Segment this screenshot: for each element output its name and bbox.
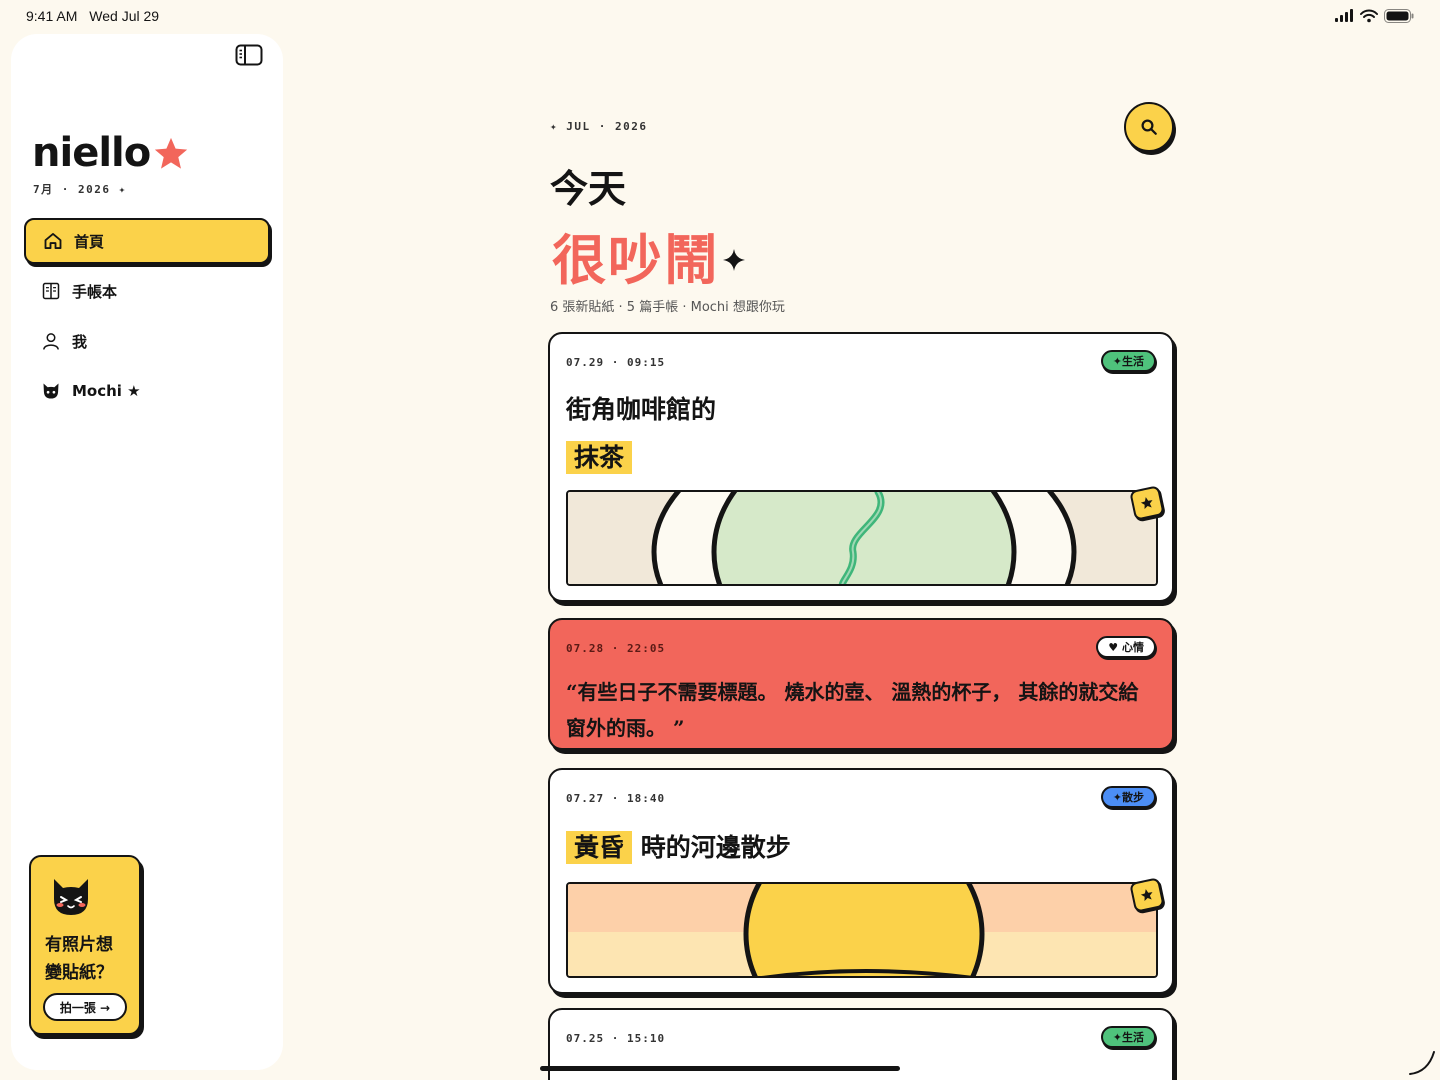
sidebar-item-notebook[interactable]: 手帳本 bbox=[24, 268, 270, 314]
person-icon bbox=[40, 330, 62, 352]
notebook-icon bbox=[40, 280, 62, 302]
entry-timestamp: 07.29 · 09:15 bbox=[566, 356, 666, 369]
sidebar: niello 7月 · 2026 ✦ 首頁 手帳本 我 Mochi ★ 有照片想… bbox=[11, 34, 283, 1070]
sidebar-item-mochi[interactable]: Mochi ★ bbox=[24, 368, 270, 414]
sidebar-item-home[interactable]: 首頁 bbox=[24, 218, 270, 264]
brand: niello bbox=[32, 130, 190, 176]
entry-title-text: 時的河邊散步 bbox=[640, 833, 791, 862]
date-eyebrow: ✦ JUL · 2026 bbox=[550, 120, 648, 133]
journal-entry-card[interactable]: 07.27 · 18:40 ✦散步 黃昏 時的河邊散步 bbox=[548, 768, 1174, 994]
battery-icon bbox=[1384, 9, 1414, 23]
entry-title-line-2: 抹茶 bbox=[566, 438, 633, 474]
cat-icon bbox=[40, 380, 62, 402]
sidebar-nav: 首頁 手帳本 我 Mochi ★ bbox=[24, 218, 270, 418]
entry-tag-walk[interactable]: ✦散步 bbox=[1100, 786, 1156, 808]
take-photo-button[interactable]: 拍一張 → bbox=[43, 993, 127, 1021]
entry-title-highlight: 黃昏 bbox=[566, 831, 633, 864]
cat-icon bbox=[54, 879, 88, 915]
sticker-badge[interactable] bbox=[1129, 485, 1165, 521]
sidebar-toggle-button[interactable] bbox=[235, 44, 265, 70]
search-icon bbox=[1141, 119, 1157, 135]
sticker-badge[interactable] bbox=[1129, 877, 1165, 913]
brand-subtitle: 7月 · 2026 ✦ bbox=[33, 183, 127, 196]
matcha-photo-illustration bbox=[568, 492, 1156, 584]
sunset-photo-illustration bbox=[568, 884, 1156, 976]
sidebar-item-label: 我 bbox=[72, 332, 88, 351]
resize-handle-icon[interactable] bbox=[1408, 1048, 1436, 1076]
entry-quote: “有些日子不需要標題。 燒水的壺、 溫熱的杯子， 其餘的就交給窗外的雨。 ” bbox=[566, 680, 1139, 740]
sidebar-item-me[interactable]: 我 bbox=[24, 318, 270, 364]
entry-timestamp: 07.28 · 22:05 bbox=[566, 642, 666, 655]
entry-title-text: 街角咖啡館的 bbox=[566, 395, 717, 424]
status-right bbox=[1334, 9, 1414, 23]
entry-tag-mood[interactable]: ♥ 心情 bbox=[1096, 636, 1156, 658]
entry-title-highlight: 抹茶 bbox=[566, 441, 633, 474]
sticker-promo-card: 有照片想 變貼紙？ 拍一張 → bbox=[29, 855, 141, 1035]
promo-line-2: 變貼紙？ bbox=[45, 963, 113, 983]
mood-heading: 很吵鬧 bbox=[552, 228, 720, 292]
star-icon bbox=[155, 137, 188, 169]
sidebar-item-label: 首頁 bbox=[74, 232, 105, 251]
journal-entry-card[interactable]: 07.29 · 09:15 ✦生活 街角咖啡館的 抹茶 bbox=[548, 332, 1174, 602]
entry-photo[interactable] bbox=[566, 882, 1158, 978]
sidebar-item-label: Mochi ★ bbox=[72, 382, 141, 400]
promo-text: 有照片想 變貼紙？ bbox=[45, 931, 113, 987]
home-icon bbox=[42, 230, 64, 252]
entry-tag-life[interactable]: ✦生活 bbox=[1100, 350, 1156, 372]
entry-timestamp: 07.27 · 18:40 bbox=[566, 792, 666, 805]
sparkle-icon bbox=[723, 249, 745, 271]
status-time: 9:41 AM bbox=[26, 8, 78, 24]
status-date: Wed Jul 29 bbox=[89, 8, 160, 24]
search-button[interactable] bbox=[1124, 102, 1174, 152]
sidebar-item-label: 手帳本 bbox=[72, 282, 118, 301]
sidebar-toggle-icon bbox=[235, 44, 263, 66]
daily-stats: 6 張新貼紙 · 5 篇手帳 · Mochi 想跟你玩 bbox=[550, 300, 785, 315]
star-icon bbox=[1140, 889, 1153, 902]
status-bar: 9:41 AM Wed Jul 29 bbox=[0, 0, 1440, 34]
home-indicator[interactable] bbox=[540, 1066, 900, 1071]
entry-timestamp: 07.25 · 15:10 bbox=[566, 1032, 666, 1045]
entry-tag-life[interactable]: ✦生活 bbox=[1100, 1026, 1156, 1048]
entry-title: 黃昏 時的河邊散步 bbox=[566, 828, 791, 864]
signal-icon bbox=[1335, 9, 1353, 22]
page-title: 今天 bbox=[550, 167, 627, 211]
wifi-icon bbox=[1360, 9, 1378, 23]
entry-photo[interactable] bbox=[566, 490, 1158, 586]
journal-entry-card[interactable]: 07.28 · 22:05 ♥ 心情 “有些日子不需要標題。 燒水的壺、 溫熱的… bbox=[548, 618, 1174, 750]
promo-line-1: 有照片想 bbox=[45, 935, 113, 955]
star-icon bbox=[1140, 497, 1153, 510]
brand-name: niello bbox=[32, 130, 151, 176]
entry-title: 街角咖啡館的 bbox=[566, 390, 716, 426]
status-left: 9:41 AM Wed Jul 29 bbox=[26, 8, 167, 24]
